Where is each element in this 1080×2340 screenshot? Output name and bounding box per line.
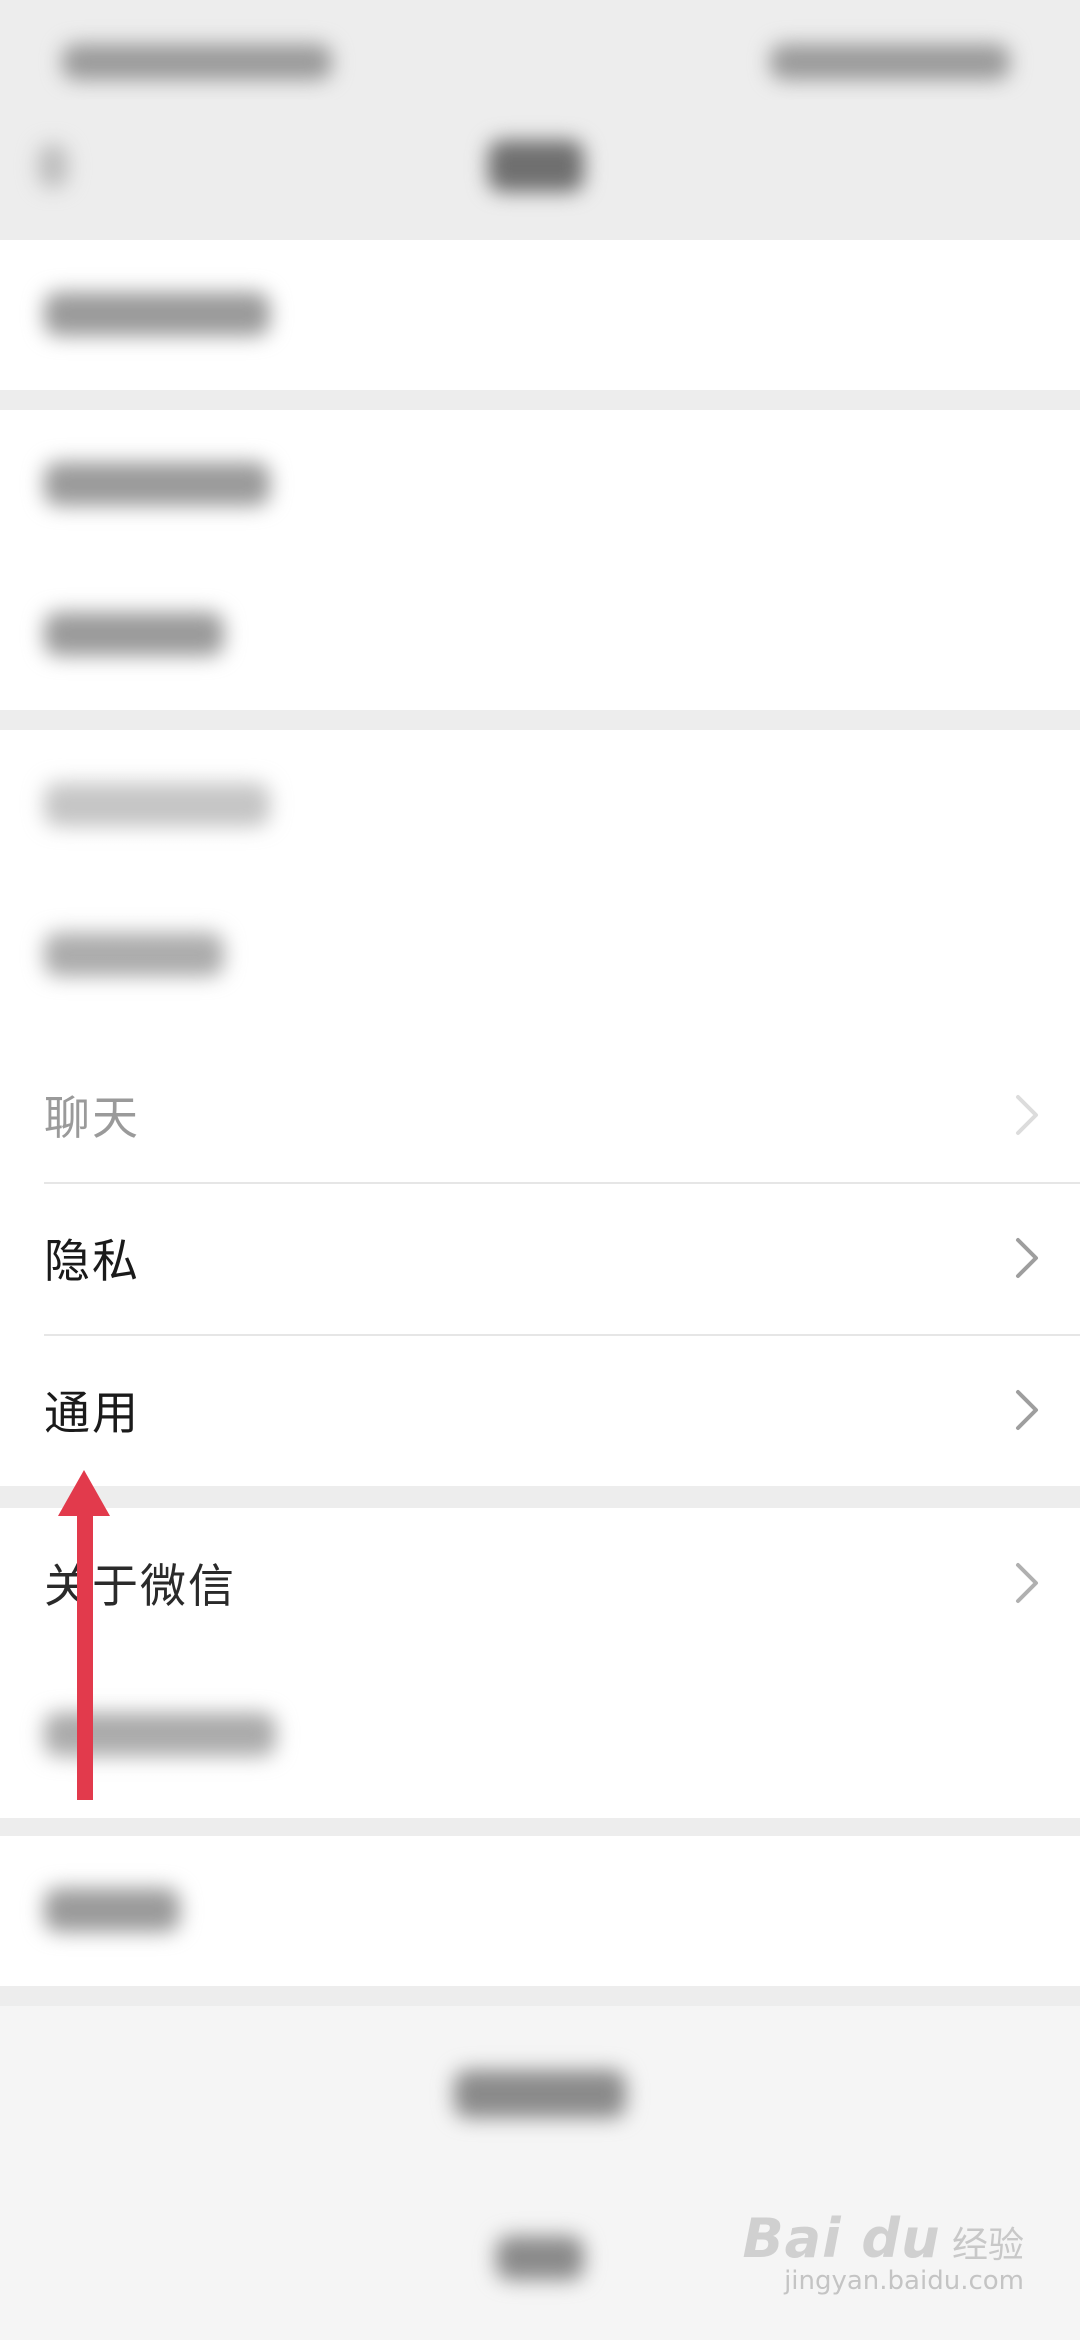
back-icon[interactable] bbox=[38, 144, 68, 188]
status-left-placeholder bbox=[62, 44, 332, 80]
settings-section-4: 关于微信 bbox=[0, 1508, 1080, 1818]
section-gap bbox=[0, 1486, 1080, 1508]
settings-item-general[interactable]: 通用 bbox=[0, 1335, 1080, 1485]
watermark: Bai du 经验 jingyan.baidu.com bbox=[743, 2207, 1024, 2296]
settings-item-privacy[interactable]: 隐私 bbox=[0, 1183, 1080, 1333]
settings-item-label: 通用 bbox=[44, 1386, 140, 1440]
settings-item-label: 聊天 bbox=[44, 1091, 140, 1145]
settings-item-about-wechat[interactable]: 关于微信 bbox=[0, 1508, 1080, 1658]
chevron-right-icon bbox=[1016, 1238, 1038, 1278]
switch-account-button[interactable] bbox=[454, 2070, 626, 2118]
blurred-row-label bbox=[44, 782, 270, 826]
page-title-placeholder bbox=[488, 140, 584, 192]
settings-section-1 bbox=[0, 240, 1080, 390]
chevron-right-icon bbox=[1016, 1095, 1038, 1135]
watermark-brand: Bai du bbox=[742, 2207, 941, 2270]
blurred-row-label bbox=[44, 1888, 180, 1932]
blurred-row-label bbox=[44, 292, 270, 336]
settings-item-chat[interactable]: 聊天 bbox=[0, 1040, 1080, 1190]
status-right-placeholder bbox=[770, 44, 1010, 80]
red-arrow-up-icon bbox=[58, 1470, 110, 1800]
blurred-row-label bbox=[44, 612, 224, 656]
logout-button[interactable] bbox=[496, 2236, 584, 2280]
fade-overlay bbox=[0, 730, 1080, 1060]
blurred-row-label bbox=[44, 932, 224, 976]
settings-section-3: 聊天 隐私 通用 bbox=[0, 730, 1080, 1486]
blurred-row-label bbox=[44, 462, 270, 506]
chevron-right-icon bbox=[1016, 1390, 1038, 1430]
nav-bar bbox=[0, 100, 1080, 230]
watermark-url: jingyan.baidu.com bbox=[784, 2266, 1024, 2296]
chevron-right-icon bbox=[1016, 1563, 1038, 1603]
watermark-brand-suffix: 经验 bbox=[951, 2225, 1024, 2266]
settings-section-5 bbox=[0, 1836, 1080, 1986]
settings-section-2 bbox=[0, 410, 1080, 710]
settings-item-label: 隐私 bbox=[44, 1234, 140, 1288]
